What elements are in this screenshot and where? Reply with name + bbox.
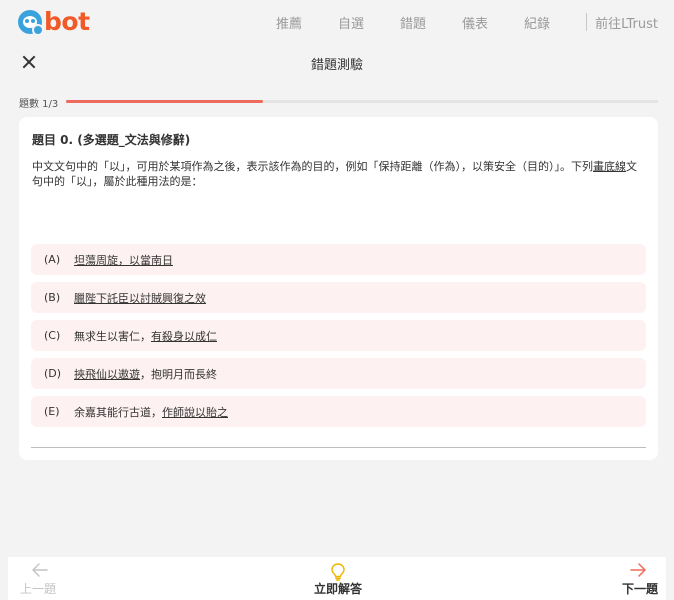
option-letter: (E) bbox=[44, 405, 60, 418]
page-title: 錯題測驗 bbox=[310, 58, 363, 73]
nav-item-recommend[interactable]: 推薦 bbox=[276, 13, 302, 32]
next-question-button[interactable]: 下一題 bbox=[598, 557, 658, 600]
answer-now-button[interactable]: 立即解答 bbox=[302, 557, 372, 600]
option-text: 臘陛下託臣以討賊興復之效 bbox=[74, 291, 206, 305]
bottom-bar: 上一題 立即解答 下一題 bbox=[8, 557, 666, 600]
option-text: 坦蕩周旋，以當南日 bbox=[74, 253, 173, 267]
prev-question-button[interactable]: 上一題 bbox=[20, 557, 80, 600]
nav-item-ltrust[interactable]: 前往LTrust bbox=[595, 13, 658, 32]
question-card: 題目 0. (多選題_文法與修辭) 中文文句中的「以」，可用於某項作為之後，表示… bbox=[19, 117, 658, 460]
question-title: 題目 0. (多選題_文法與修辭) bbox=[32, 133, 191, 147]
lightbulb-icon bbox=[331, 563, 345, 581]
option-a[interactable]: (A) 坦蕩周旋，以當南日 bbox=[31, 244, 646, 275]
option-d[interactable]: (D) 挾飛仙以遨遊，抱明月而長終 bbox=[31, 358, 646, 389]
answer-label: 立即解答 bbox=[314, 582, 363, 596]
nav-links: 推薦 自選 錯題 儀表 紀錄 前往LTrust bbox=[240, 0, 658, 44]
nav-item-dashboard[interactable]: 儀表 bbox=[462, 13, 488, 32]
option-text: 余嘉其能行古道，作師說以貽之 bbox=[74, 405, 228, 419]
next-label: 下一題 bbox=[621, 582, 658, 596]
card-divider bbox=[31, 447, 646, 448]
nav-divider bbox=[586, 13, 588, 31]
option-list: (A) 坦蕩周旋，以當南日 (B) 臘陛下託臣以討賊興復之效 (C) 無求生以害… bbox=[31, 244, 646, 434]
option-c[interactable]: (C) 無求生以害仁，有殺身以成仁 bbox=[31, 320, 646, 351]
progress-bar bbox=[66, 100, 658, 103]
nav-item-custom[interactable]: 自選 bbox=[338, 13, 364, 32]
option-letter: (B) bbox=[44, 291, 61, 304]
option-b[interactable]: (B) 臘陛下託臣以討賊興復之效 bbox=[31, 282, 646, 313]
nav-item-wrong[interactable]: 錯題 bbox=[400, 13, 426, 32]
nav-item-records[interactable]: 紀錄 bbox=[524, 13, 550, 32]
option-e[interactable]: (E) 余嘉其能行古道，作師說以貽之 bbox=[31, 396, 646, 427]
option-letter: (A) bbox=[44, 253, 61, 266]
question-stem: 中文文句中的「以」，可用於某項作為之後，表示該作為的目的，例如「保持距離（作為）… bbox=[32, 160, 637, 188]
option-text: 無求生以害仁，有殺身以成仁 bbox=[74, 329, 217, 343]
progress-fill bbox=[66, 100, 264, 103]
option-text: 挾飛仙以遨遊，抱明月而長終 bbox=[74, 367, 217, 381]
top-nav: bot 推薦 自選 錯題 儀表 紀錄 前往LTrust bbox=[0, 0, 674, 44]
progress-label: 題數 1/3 bbox=[19, 99, 59, 110]
logo-q-icon bbox=[18, 10, 44, 36]
prev-label: 上一題 bbox=[20, 582, 57, 596]
option-letter: (D) bbox=[44, 367, 62, 380]
arrow-right-icon bbox=[630, 563, 646, 577]
arrow-left-icon bbox=[32, 563, 48, 577]
option-letter: (C) bbox=[44, 329, 61, 342]
logo-text: bot bbox=[44, 7, 90, 36]
qbot-logo[interactable]: bot bbox=[18, 6, 90, 38]
